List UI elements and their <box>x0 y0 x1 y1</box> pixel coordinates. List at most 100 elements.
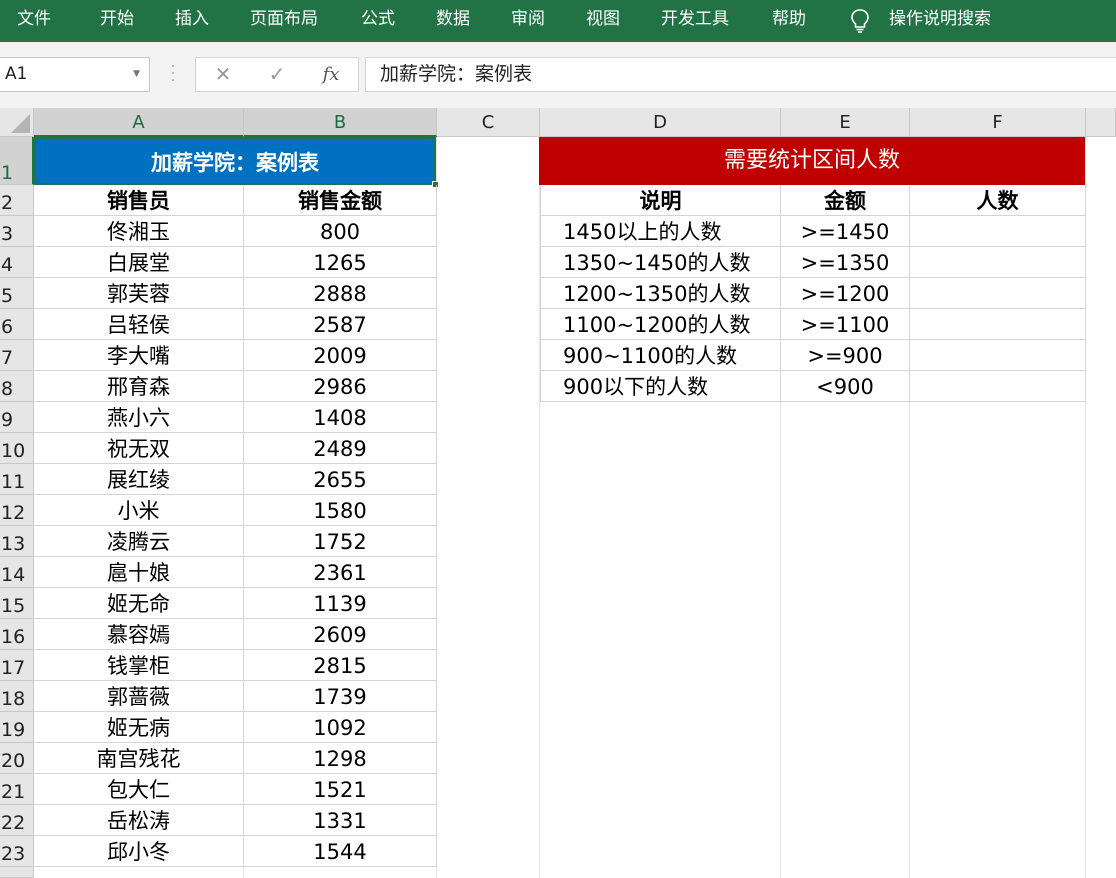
amount-cell[interactable]: 1139 <box>244 588 437 619</box>
criteria-cell[interactable]: >=1200 <box>781 278 910 309</box>
right-table-title[interactable]: 需要统计区间人数 <box>539 137 1085 185</box>
right-header-cell[interactable]: 人数 <box>910 185 1086 216</box>
tab-help[interactable]: 帮助 <box>772 0 806 42</box>
column-header-e[interactable]: E <box>781 108 910 137</box>
count-cell[interactable] <box>910 278 1086 309</box>
enter-icon[interactable]: ✓ <box>262 58 292 91</box>
criteria-cell[interactable]: >=900 <box>781 340 910 371</box>
row-header-17[interactable]: 17 <box>0 650 34 681</box>
amount-cell[interactable]: 2009 <box>244 340 437 371</box>
row-header-9[interactable]: 9 <box>0 402 34 433</box>
salesperson-cell[interactable]: 慕容嫣 <box>34 619 244 650</box>
row-header-11[interactable]: 11 <box>0 464 34 495</box>
amount-cell[interactable]: 2986 <box>244 371 437 402</box>
description-cell[interactable]: 1200~1350的人数 <box>540 278 781 309</box>
description-cell[interactable]: 1350~1450的人数 <box>540 247 781 278</box>
row-header-4[interactable]: 4 <box>0 247 34 278</box>
row-header-18[interactable]: 18 <box>0 681 34 712</box>
criteria-cell[interactable]: <900 <box>781 371 910 402</box>
salesperson-cell[interactable]: 南宫残花 <box>34 743 244 774</box>
cancel-icon[interactable]: ✕ <box>208 58 238 91</box>
amount-cell[interactable]: 2655 <box>244 464 437 495</box>
criteria-cell[interactable]: >=1100 <box>781 309 910 340</box>
row-header-partial[interactable] <box>0 867 34 878</box>
tab-formulas[interactable]: 公式 <box>361 0 395 42</box>
amount-cell[interactable]: 1092 <box>244 712 437 743</box>
amount-cell[interactable]: 1408 <box>244 402 437 433</box>
row-header-14[interactable]: 14 <box>0 557 34 588</box>
right-header-cell[interactable]: 金额 <box>781 185 910 216</box>
amount-cell[interactable]: 2815 <box>244 650 437 681</box>
description-cell[interactable]: 900~1100的人数 <box>540 340 781 371</box>
salesperson-cell[interactable]: 姬无病 <box>34 712 244 743</box>
salesperson-cell[interactable]: 吕轻侯 <box>34 309 244 340</box>
tab-home[interactable]: 开始 <box>100 0 134 42</box>
column-header-d[interactable]: D <box>540 108 781 137</box>
select-all-button[interactable] <box>0 108 34 137</box>
tab-insert[interactable]: 插入 <box>175 0 209 42</box>
tell-me-search[interactable]: 操作说明搜索 <box>889 0 991 42</box>
row-header-22[interactable]: 22 <box>0 805 34 836</box>
row-header-1[interactable]: 1 <box>0 137 34 185</box>
count-cell[interactable] <box>910 309 1086 340</box>
salesperson-cell[interactable]: 凌腾云 <box>34 526 244 557</box>
count-cell[interactable] <box>910 216 1086 247</box>
column-header-c[interactable]: C <box>437 108 540 137</box>
right-header-cell[interactable]: 说明 <box>540 185 781 216</box>
amount-cell[interactable]: 2587 <box>244 309 437 340</box>
row-header-21[interactable]: 21 <box>0 774 34 805</box>
amount-cell[interactable]: 1752 <box>244 526 437 557</box>
row-header-3[interactable]: 3 <box>0 216 34 247</box>
column-header-a[interactable]: A <box>34 108 244 137</box>
tab-developer[interactable]: 开发工具 <box>661 0 729 42</box>
row-header-10[interactable]: 10 <box>0 433 34 464</box>
salesperson-cell[interactable]: 包大仁 <box>34 774 244 805</box>
amount-cell[interactable]: 800 <box>244 216 437 247</box>
salesperson-cell[interactable]: 郭蔷薇 <box>34 681 244 712</box>
criteria-cell[interactable]: >=1450 <box>781 216 910 247</box>
row-header-13[interactable]: 13 <box>0 526 34 557</box>
count-cell[interactable] <box>910 371 1086 402</box>
amount-cell[interactable]: 1544 <box>244 836 437 867</box>
salesperson-cell[interactable]: 郭芙蓉 <box>34 278 244 309</box>
description-cell[interactable]: 900以下的人数 <box>540 371 781 402</box>
amount-cell[interactable]: 2361 <box>244 557 437 588</box>
row-header-15[interactable]: 15 <box>0 588 34 619</box>
salesperson-cell[interactable]: 岳松涛 <box>34 805 244 836</box>
tab-review[interactable]: 审阅 <box>511 0 545 42</box>
count-cell[interactable] <box>910 340 1086 371</box>
column-header-b[interactable]: B <box>244 108 437 137</box>
drag-handle-icon[interactable]: · · · <box>166 60 180 88</box>
row-header-8[interactable]: 8 <box>0 371 34 402</box>
amount-cell[interactable]: 1265 <box>244 247 437 278</box>
salesperson-cell[interactable]: 李大嘴 <box>34 340 244 371</box>
salesperson-cell[interactable]: 小米 <box>34 495 244 526</box>
tab-page-layout[interactable]: 页面布局 <box>250 0 318 42</box>
amount-cell[interactable]: 1298 <box>244 743 437 774</box>
salesperson-cell[interactable]: 佟湘玉 <box>34 216 244 247</box>
tab-file[interactable]: 文件 <box>17 0 51 42</box>
salesperson-cell[interactable]: 展红绫 <box>34 464 244 495</box>
left-table-title[interactable]: 加薪学院：案例表 <box>34 137 439 188</box>
salesperson-cell[interactable]: 姬无命 <box>34 588 244 619</box>
lightbulb-icon[interactable] <box>850 8 870 34</box>
column-header-partial[interactable] <box>1086 108 1116 137</box>
salesperson-cell[interactable]: 白展堂 <box>34 247 244 278</box>
row-header-5[interactable]: 5 <box>0 278 34 309</box>
row-header-16[interactable]: 16 <box>0 619 34 650</box>
count-cell[interactable] <box>910 247 1086 278</box>
salesperson-cell[interactable]: 扈十娘 <box>34 557 244 588</box>
row-header-2[interactable]: 2 <box>0 185 34 216</box>
description-cell[interactable]: 1450以上的人数 <box>540 216 781 247</box>
amount-cell[interactable]: 2888 <box>244 278 437 309</box>
row-header-20[interactable]: 20 <box>0 743 34 774</box>
salesperson-cell[interactable]: 钱掌柜 <box>34 650 244 681</box>
amount-cell[interactable]: 1521 <box>244 774 437 805</box>
amount-cell[interactable]: 1739 <box>244 681 437 712</box>
row-header-7[interactable]: 7 <box>0 340 34 371</box>
row-header-12[interactable]: 12 <box>0 495 34 526</box>
tab-view[interactable]: 视图 <box>586 0 620 42</box>
description-cell[interactable]: 1100~1200的人数 <box>540 309 781 340</box>
formula-input[interactable]: 加薪学院：案例表 <box>365 57 1116 92</box>
left-header-cell[interactable]: 销售员 <box>34 185 244 216</box>
